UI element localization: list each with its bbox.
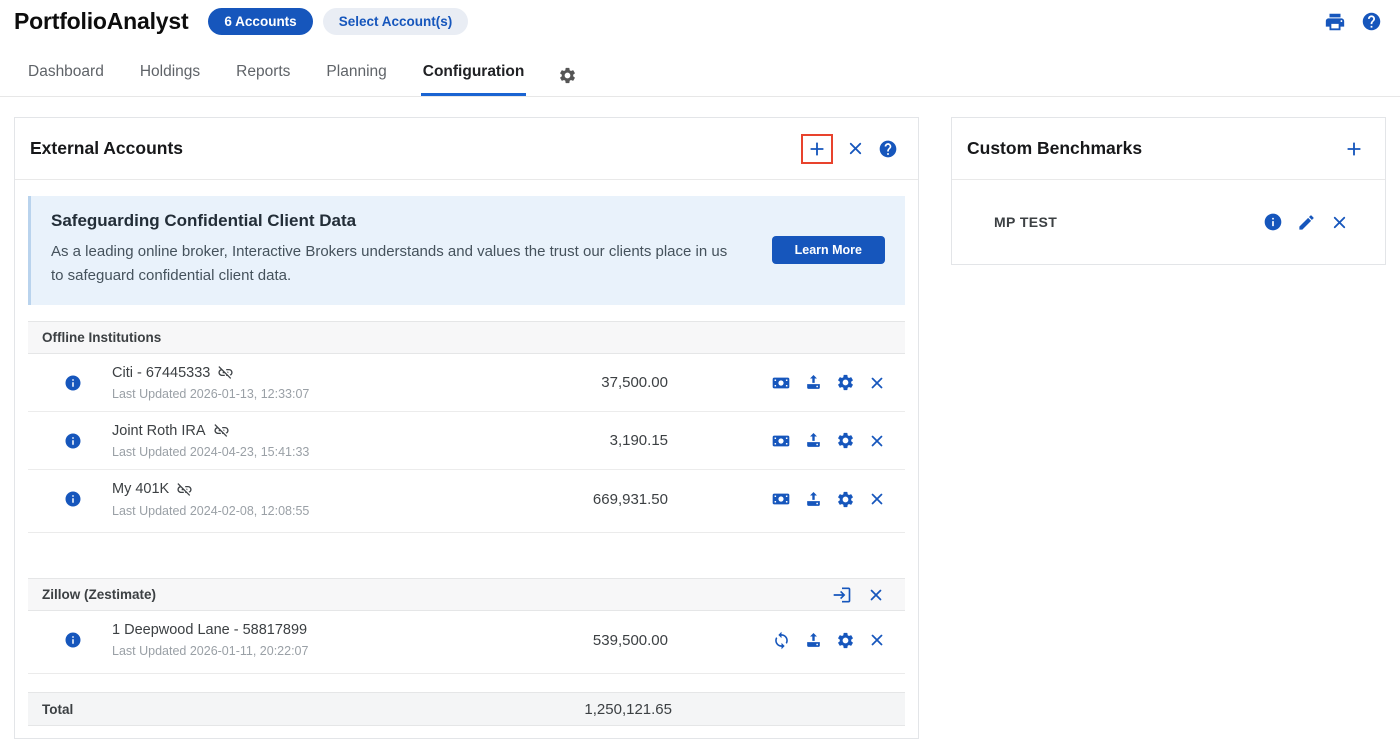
- click-target-highlight: [801, 134, 833, 164]
- offline-institutions-group: Offline Institutions Citi - 67445333: [28, 321, 905, 533]
- print-icon[interactable]: [1324, 11, 1346, 33]
- account-value: 37,500.00: [601, 374, 668, 391]
- cash-icon[interactable]: [771, 489, 791, 509]
- account-name: My 401K: [112, 481, 169, 497]
- main-content: External Accounts Safeguarding Confident…: [0, 97, 1400, 739]
- gear-icon[interactable]: [836, 490, 855, 509]
- cash-icon[interactable]: [771, 431, 791, 451]
- account-value: 539,500.00: [593, 632, 668, 649]
- learn-more-button[interactable]: Learn More: [772, 236, 885, 264]
- accounts-count-badge[interactable]: 6 Accounts: [208, 8, 312, 35]
- close-icon[interactable]: [868, 490, 886, 508]
- account-name: Joint Roth IRA: [112, 423, 206, 439]
- tab-configuration[interactable]: Configuration: [421, 63, 527, 96]
- tab-reports[interactable]: Reports: [234, 63, 292, 96]
- group-header-offline-institutions: Offline Institutions: [28, 321, 905, 354]
- last-updated: Last Updated 2026-01-11, 20:22:07: [112, 644, 308, 658]
- total-row: Total 1,250,121.65: [28, 692, 905, 726]
- tab-planning[interactable]: Planning: [324, 63, 388, 96]
- top-header: PortfolioAnalyst 6 Accounts Select Accou…: [0, 0, 1400, 35]
- upload-icon[interactable]: [804, 490, 823, 509]
- account-row: 1 Deepwood Lane - 58817899 Last Updated …: [28, 611, 905, 669]
- last-updated: Last Updated 2026-01-13, 12:33:07: [112, 387, 309, 401]
- nav-tabs: Dashboard Holdings Reports Planning Conf…: [0, 63, 1400, 97]
- cash-icon[interactable]: [771, 373, 791, 393]
- help-icon[interactable]: [1361, 11, 1382, 32]
- gear-icon[interactable]: [836, 431, 855, 450]
- last-updated: Last Updated 2024-02-08, 12:08:55: [112, 504, 309, 518]
- zillow-group: Zillow (Zestimate): [28, 578, 905, 674]
- gear-icon[interactable]: [836, 631, 855, 650]
- account-row: My 401K Last Updated 2024-02-08, 12:08:5…: [28, 470, 905, 528]
- banner-body: As a leading online broker, Interactive …: [51, 240, 741, 288]
- gear-icon[interactable]: [836, 373, 855, 392]
- custom-benchmarks-panel: Custom Benchmarks MP TEST: [951, 117, 1386, 265]
- help-icon[interactable]: [878, 139, 898, 159]
- info-icon[interactable]: [1263, 212, 1283, 232]
- info-icon[interactable]: [64, 374, 82, 392]
- close-icon[interactable]: [1330, 213, 1349, 232]
- banner-title: Safeguarding Confidential Client Data: [51, 211, 752, 231]
- info-icon[interactable]: [64, 432, 82, 450]
- account-row: Joint Roth IRA Last Updated 2024-04-23, …: [28, 412, 905, 470]
- add-external-account-button[interactable]: [806, 138, 828, 160]
- account-value: 669,931.50: [593, 491, 668, 508]
- login-icon[interactable]: [832, 585, 852, 605]
- account-name: 1 Deepwood Lane - 58817899: [112, 622, 307, 638]
- account-name: Citi - 67445333: [112, 365, 210, 381]
- group-name: Offline Institutions: [42, 330, 161, 345]
- custom-benchmarks-header: Custom Benchmarks: [952, 118, 1385, 180]
- custom-benchmarks-title: Custom Benchmarks: [967, 138, 1142, 159]
- account-row: Citi - 67445333 Last Updated 2026-01-13,…: [28, 354, 905, 412]
- gear-icon[interactable]: [558, 66, 577, 96]
- account-value: 3,190.15: [610, 432, 668, 449]
- close-icon[interactable]: [868, 374, 886, 392]
- upload-icon[interactable]: [804, 431, 823, 450]
- external-accounts-title: External Accounts: [30, 138, 183, 159]
- info-icon[interactable]: [64, 490, 82, 508]
- refresh-icon[interactable]: [772, 631, 791, 650]
- link-off-icon: [176, 481, 193, 498]
- group-name: Zillow (Zestimate): [42, 587, 156, 602]
- info-icon[interactable]: [64, 631, 82, 649]
- close-icon[interactable]: [867, 586, 885, 604]
- benchmark-row: MP TEST: [952, 180, 1385, 264]
- upload-icon[interactable]: [804, 373, 823, 392]
- close-icon[interactable]: [868, 432, 886, 450]
- app-title: PortfolioAnalyst: [14, 8, 188, 35]
- add-benchmark-button[interactable]: [1343, 138, 1365, 160]
- edit-icon[interactable]: [1297, 213, 1316, 232]
- last-updated: Last Updated 2024-04-23, 15:41:33: [112, 445, 309, 459]
- close-icon[interactable]: [868, 631, 886, 649]
- group-header-zillow: Zillow (Zestimate): [28, 578, 905, 611]
- close-icon[interactable]: [846, 139, 865, 158]
- total-label: Total: [42, 702, 73, 717]
- select-accounts-button[interactable]: Select Account(s): [323, 8, 469, 35]
- external-accounts-panel: External Accounts Safeguarding Confident…: [14, 117, 919, 739]
- external-accounts-header: External Accounts: [15, 118, 918, 180]
- total-value: 1,250,121.65: [584, 701, 672, 718]
- benchmark-name: MP TEST: [994, 214, 1057, 230]
- tab-holdings[interactable]: Holdings: [138, 63, 202, 96]
- link-off-icon: [217, 364, 234, 381]
- safeguarding-banner: Safeguarding Confidential Client Data As…: [28, 196, 905, 305]
- link-off-icon: [213, 422, 230, 439]
- accounts-table: Offline Institutions Citi - 67445333: [28, 321, 905, 674]
- upload-icon[interactable]: [804, 631, 823, 650]
- tab-dashboard[interactable]: Dashboard: [26, 63, 106, 96]
